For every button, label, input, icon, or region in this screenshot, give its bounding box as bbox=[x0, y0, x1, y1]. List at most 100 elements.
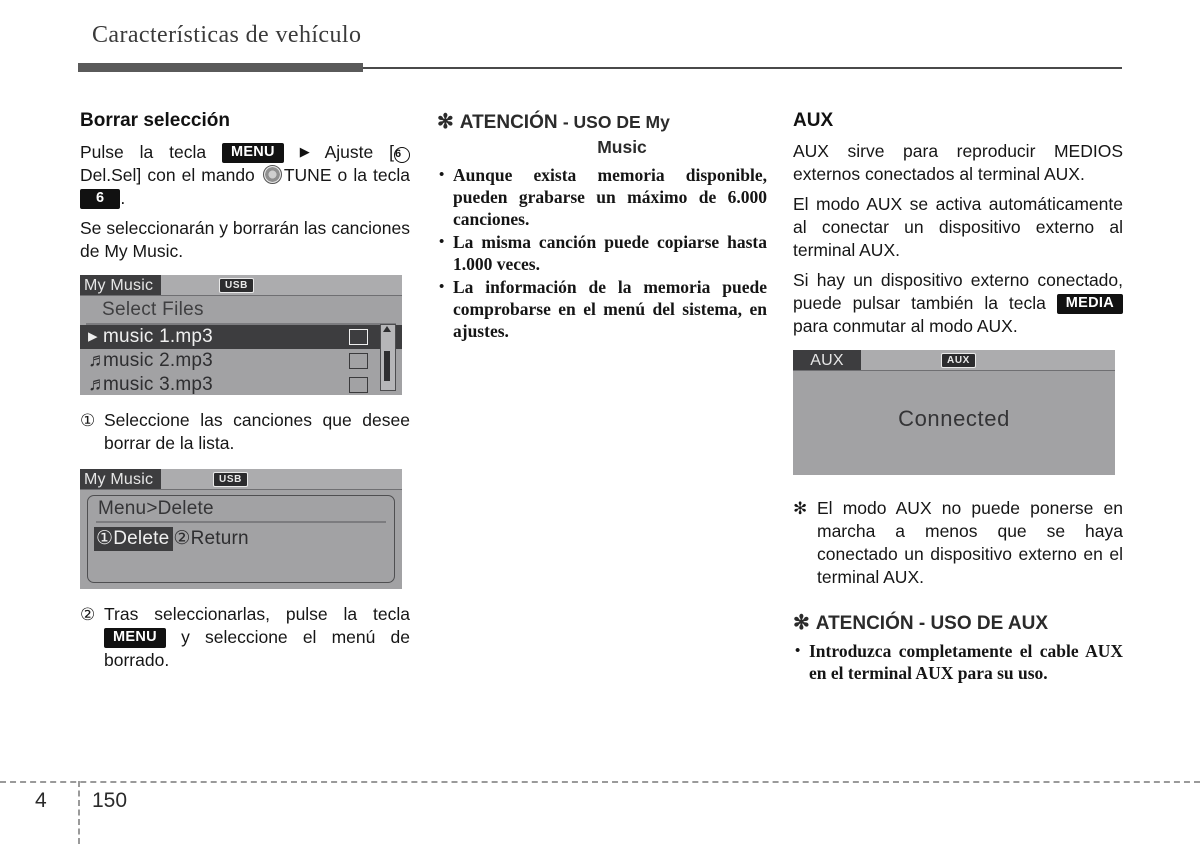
caution-subtitle-line2: Music bbox=[597, 137, 647, 157]
page-number: 150 bbox=[92, 789, 128, 812]
usb-badge: USB bbox=[219, 278, 254, 293]
step-2: ② Tras seleccionarlas, pulse la tecla ME… bbox=[80, 603, 410, 672]
music-note-icon-3: ♬ bbox=[88, 373, 108, 395]
caution-title: ATENCIÓN bbox=[459, 112, 558, 133]
note-asterisk-icon: ✻ bbox=[793, 499, 808, 518]
step-2-text: Tras seleccionarlas, pulse la tecla MENU… bbox=[104, 603, 410, 672]
lcd-list-item-1[interactable]: ▸ music 1.mp3 bbox=[80, 324, 402, 349]
right-para3-text-b: para conmutar al modo AUX. bbox=[793, 316, 1018, 336]
lcd-aux-status: Connected bbox=[898, 406, 1010, 431]
scrollbar-thumb[interactable] bbox=[383, 351, 390, 381]
caution-bullet-2-text: La misma canción puede copiarse hasta 1.… bbox=[453, 232, 767, 274]
lcd-titlebar-2: My Music USB bbox=[80, 469, 402, 490]
tune-knob-icon[interactable] bbox=[262, 165, 282, 184]
left-para1-text-e: . bbox=[120, 188, 126, 208]
step-1-marker: ① bbox=[80, 411, 96, 430]
caution-bullet-1: • Aunque exista memoria disponible, pued… bbox=[437, 164, 767, 230]
step-2-text-a: Tras seleccionarlas, pulse la tecla bbox=[104, 604, 410, 624]
caution-heading-my-music: ✻ ATENCIÓN - USO DE My Music bbox=[437, 110, 767, 160]
left-column: Borrar selección Pulse la tecla MENU ▶ A… bbox=[80, 110, 410, 678]
lcd-checkbox-3[interactable] bbox=[349, 376, 368, 393]
bullet-dot-icon-3: • bbox=[439, 279, 445, 295]
left-section-heading: Borrar selección bbox=[80, 110, 230, 131]
right-paragraph-1: AUX sirve para reproducir MEDIOS externo… bbox=[793, 141, 1123, 184]
chapter-number: 4 bbox=[35, 789, 47, 812]
aux-note-text: El modo AUX no puede ponerse en marcha a… bbox=[817, 498, 1123, 587]
arrow-right-icon: ▶ bbox=[299, 144, 310, 159]
lcd-tab-my-music-2: My Music bbox=[80, 469, 162, 490]
caution-bullet-3: • La información de la memoria puede com… bbox=[437, 276, 767, 342]
lcd-dialog-panel: Menu>Delete ①Delete ②Return bbox=[87, 495, 395, 583]
music-note-icon-2: ♬ bbox=[88, 349, 108, 371]
header-accent-bar bbox=[78, 63, 363, 72]
usb-badge-2: USB bbox=[213, 472, 248, 487]
scroll-up-arrow-icon[interactable] bbox=[383, 326, 391, 332]
left-para1-text-c: Del.Sel] con el mando bbox=[80, 165, 255, 185]
right-section-heading: AUX bbox=[793, 110, 834, 131]
left-paragraph-2: Se seleccionarán y borrarán las cancione… bbox=[80, 218, 410, 261]
asterisk-icon-aux: ✻ bbox=[793, 612, 810, 634]
lcd-tab-aux: AUX bbox=[793, 350, 861, 371]
left-para1-text-b: Ajuste [ bbox=[324, 142, 394, 162]
caution-heading-aux: ✻ ATENCIÓN - USO DE AUX bbox=[793, 611, 1123, 636]
lcd-option-return[interactable]: ②Return bbox=[173, 528, 248, 549]
caution-title-aux: ATENCIÓN - USO DE AUX bbox=[815, 613, 1048, 634]
caution-bullet-3-text: La información de la memoria puede compr… bbox=[453, 277, 767, 341]
menu-key-pill-2[interactable]: MENU bbox=[104, 628, 166, 648]
lcd-screen-menu-delete: My Music USB Menu>Delete ①Delete ②Return bbox=[80, 469, 402, 589]
lcd-list-item-2-label: music 2.mp3 bbox=[103, 349, 213, 371]
step-2-marker: ② bbox=[80, 605, 96, 624]
caution-bullet-1-text: Aunque exista memoria disponible, pueden… bbox=[453, 165, 767, 229]
aux-note: ✻ El modo AUX no puede ponerse en marcha… bbox=[793, 497, 1123, 589]
left-para1-text-a: Pulse la tecla bbox=[80, 142, 207, 162]
lcd-list-item-3[interactable]: ♬music 3.mp3 bbox=[80, 373, 402, 396]
lcd-list-item-2[interactable]: ♬music 2.mp3 bbox=[80, 349, 402, 373]
caution-subtitle: - USO DE My bbox=[562, 112, 670, 132]
caution-bullet-list-aux: • Introduzca completamente el cable AUX … bbox=[793, 640, 1123, 684]
lcd-screen-select-files: My Music USB Select Files ▸ music 1.mp3 ♬… bbox=[80, 275, 402, 395]
right-column: AUX AUX sirve para reproducir MEDIOS ext… bbox=[793, 110, 1123, 685]
lcd-titlebar-underline bbox=[80, 294, 402, 296]
footer-vertical-rule bbox=[78, 781, 80, 844]
lcd-dialog-title: Menu>Delete bbox=[98, 498, 214, 519]
left-paragraph-1: Pulse la tecla MENU ▶ Ajuste [6 Del.Sel]… bbox=[80, 140, 410, 210]
play-pointer-icon: ▸ bbox=[88, 325, 98, 347]
aux-badge: AUX bbox=[941, 353, 976, 368]
header-rule bbox=[363, 67, 1122, 69]
bullet-dot-icon-aux-1: • bbox=[795, 643, 801, 659]
left-para1-text-d: TUNE o la tecla bbox=[283, 165, 410, 185]
page-title: Características de vehículo bbox=[92, 22, 362, 48]
caution-bullet-list: • Aunque exista memoria disponible, pued… bbox=[437, 164, 767, 342]
bullet-dot-icon-1: • bbox=[439, 167, 445, 183]
lcd-titlebar-underline-3 bbox=[793, 369, 1115, 371]
lcd-tab-my-music: My Music bbox=[80, 275, 162, 296]
lcd-dialog-options: ①Delete ②Return bbox=[88, 523, 394, 551]
lcd-list-item-1-label: music 1.mp3 bbox=[103, 325, 213, 347]
lcd-titlebar-underline-2 bbox=[80, 488, 402, 490]
caution-bullet-aux-1-text: Introduzca completamente el cable AUX en… bbox=[809, 641, 1123, 683]
manual-page: Características de vehículo Borrar selec… bbox=[0, 0, 1200, 844]
lcd-scrollbar[interactable] bbox=[380, 324, 396, 391]
caution-bullet-2: • La misma canción puede copiarse hasta … bbox=[437, 231, 767, 275]
lcd-screen-aux: AUX AUX Connected bbox=[793, 350, 1115, 475]
lcd-option-delete[interactable]: ①Delete bbox=[94, 526, 174, 551]
lcd-checkbox-1[interactable] bbox=[349, 328, 368, 345]
asterisk-icon: ✻ bbox=[437, 111, 454, 133]
lcd-list-item-3-label: music 3.mp3 bbox=[103, 373, 213, 395]
middle-column: ✻ ATENCIÓN - USO DE My Music • Aunque exi… bbox=[437, 110, 767, 343]
footer-rule bbox=[0, 781, 1200, 783]
right-paragraph-2: El modo AUX se activa automáticamente al… bbox=[793, 194, 1123, 260]
step-1: ① Seleccione las canciones que desee bor… bbox=[80, 409, 410, 455]
menu-key-pill[interactable]: MENU bbox=[221, 143, 284, 163]
circled-6-icon: 6 bbox=[393, 147, 410, 163]
right-paragraph-3: Si hay un dispositivo externo conectado,… bbox=[793, 269, 1123, 338]
page-header: Características de vehículo bbox=[78, 22, 1122, 72]
lcd-titlebar: My Music USB bbox=[80, 275, 402, 296]
step-1-text: Seleccione las canciones que desee borra… bbox=[104, 410, 410, 453]
media-key-pill[interactable]: MEDIA bbox=[1056, 294, 1123, 314]
number-6-key-pill[interactable]: 6 bbox=[80, 189, 121, 209]
caution-bullet-aux-1: • Introduzca completamente el cable AUX … bbox=[793, 640, 1123, 684]
lcd-list-title: Select Files bbox=[102, 299, 204, 320]
lcd-checkbox-2[interactable] bbox=[349, 352, 368, 369]
bullet-dot-icon-2: • bbox=[439, 234, 445, 250]
